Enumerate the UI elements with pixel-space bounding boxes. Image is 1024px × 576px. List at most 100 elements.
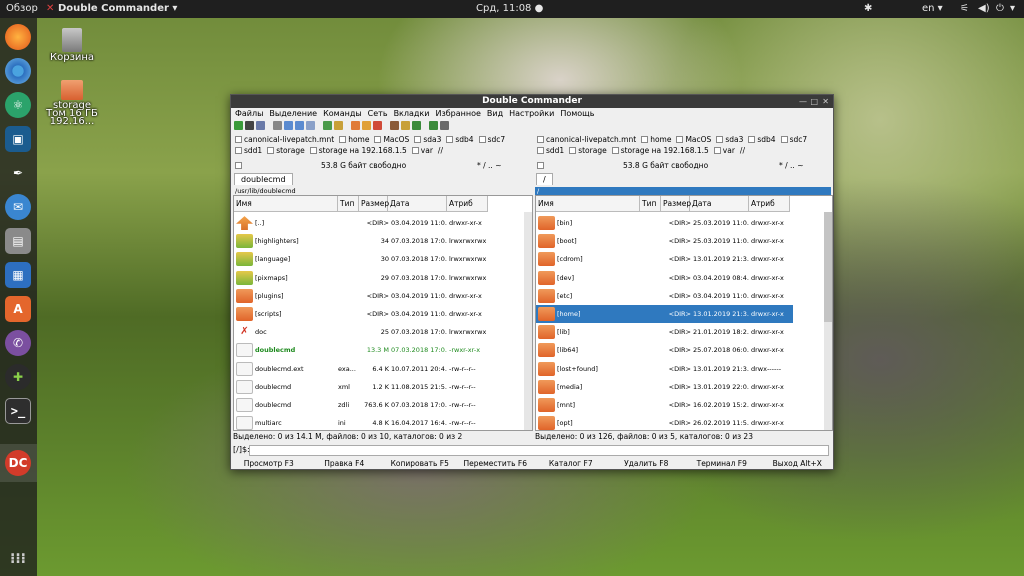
activities-button[interactable]: Обзор bbox=[6, 3, 38, 14]
table-row[interactable]: doublecmd 13.3 M 07.03.2018 17:0... -rwx… bbox=[234, 341, 491, 359]
table-row[interactable]: [opt] <DIR> 26.02.2019 11:5... drwxr-xr-… bbox=[536, 414, 793, 430]
right-scrollbar[interactable] bbox=[824, 212, 832, 430]
mkdir-f7-button[interactable]: Каталог F7 bbox=[533, 458, 609, 470]
table-row[interactable]: [plugins] <DIR> 03.04.2019 11:0... drwxr… bbox=[234, 287, 491, 305]
window-titlebar[interactable]: Double Commander — □ ✕ bbox=[231, 95, 833, 108]
col-name[interactable]: Имя bbox=[536, 196, 640, 212]
col-type[interactable]: Тип bbox=[640, 196, 661, 212]
table-row[interactable]: [etc] <DIR> 03.04.2019 11:0... drwxr-xr-… bbox=[536, 287, 793, 305]
table-row[interactable]: doublecmd zdli 763.6 K 07.03.2018 17:0..… bbox=[234, 396, 491, 414]
menu-network[interactable]: Сеть bbox=[368, 108, 388, 119]
right-drive-button[interactable]: sdd1 bbox=[537, 145, 564, 156]
copy-names-icon[interactable] bbox=[412, 121, 421, 130]
desktop-storage[interactable]: storage Том 16 ГБ 192.16... bbox=[46, 80, 98, 127]
col-name[interactable]: Имя bbox=[234, 196, 338, 212]
right-drive-button[interactable]: sdb4 bbox=[748, 134, 776, 145]
brief-view-icon[interactable] bbox=[273, 121, 282, 130]
table-row[interactable]: [lost+found] <DIR> 13.01.2019 21:3... dr… bbox=[536, 360, 793, 378]
command-input[interactable] bbox=[249, 445, 829, 456]
left-file-panel[interactable]: Имя Тип Размер Дата Атриб [..] <DIR> 03.… bbox=[233, 195, 533, 431]
copy-f5-button[interactable]: Копировать F5 bbox=[382, 458, 458, 470]
table-row[interactable]: ✗ doc 25 07.03.2018 17:0... lrwxrwxrwx bbox=[234, 323, 491, 341]
table-row[interactable]: [..] <DIR> 03.04.2019 11:0... drwxr-xr-x bbox=[234, 214, 491, 232]
app-menu[interactable]: Double Commander ▾ bbox=[58, 3, 177, 14]
table-row[interactable]: [boot] <DIR> 25.03.2019 11:0... drwxr-xr… bbox=[536, 232, 793, 250]
volume-icon[interactable]: ◀) bbox=[978, 3, 990, 14]
chevron-down-icon[interactable]: ▾ bbox=[1010, 3, 1015, 14]
mail-icon[interactable]: ✉ bbox=[5, 194, 31, 220]
edit-f4-button[interactable]: Правка F4 bbox=[307, 458, 383, 470]
left-drive-button[interactable]: var bbox=[411, 145, 433, 156]
left-path[interactable]: /usr/lib/doublecmd bbox=[233, 187, 529, 195]
right-drive-button[interactable]: // bbox=[740, 145, 745, 156]
left-drive-button[interactable]: storage на 192.168.1.5 bbox=[309, 145, 407, 156]
table-row[interactable]: [highlighters] 34 07.03.2018 17:0... lrw… bbox=[234, 232, 491, 250]
multi-rename-icon[interactable] bbox=[390, 121, 399, 130]
move-f6-button[interactable]: Переместить F6 bbox=[458, 458, 534, 470]
gimp-icon[interactable]: ✚ bbox=[5, 364, 31, 390]
show-apps-icon[interactable]: ⁝⁝⁝ bbox=[5, 546, 31, 572]
right-drive-button[interactable]: MacOS bbox=[676, 134, 711, 145]
viber-icon[interactable]: ✆ bbox=[5, 330, 31, 356]
menu-selection[interactable]: Выделение bbox=[269, 108, 317, 119]
menu-view[interactable]: Вид bbox=[487, 108, 503, 119]
col-attr[interactable]: Атриб bbox=[749, 196, 790, 212]
double-commander-icon[interactable]: DC bbox=[5, 450, 31, 476]
left-drive-button[interactable]: // bbox=[438, 145, 443, 156]
col-attr[interactable]: Атриб bbox=[447, 196, 488, 212]
refresh-icon[interactable] bbox=[234, 121, 243, 130]
desktop-trash[interactable]: Корзина bbox=[50, 28, 94, 63]
menu-favorites[interactable]: Избранное bbox=[435, 108, 480, 119]
virtualbox-icon[interactable]: ▣ bbox=[5, 126, 31, 152]
right-drive-button[interactable]: sda3 bbox=[716, 134, 743, 145]
power-icon[interactable]: ⏻ bbox=[996, 3, 1004, 14]
terminal-f9-button[interactable]: Терминал F9 bbox=[684, 458, 760, 470]
columns-view-icon[interactable] bbox=[295, 121, 304, 130]
maximize-icon[interactable]: □ bbox=[810, 95, 818, 108]
left-drive-button[interactable]: canonical-livepatch.mnt bbox=[235, 134, 334, 145]
right-drive-button[interactable]: sdc7 bbox=[780, 134, 807, 145]
table-row[interactable]: [bin] <DIR> 25.03.2019 11:0... drwxr-xr-… bbox=[536, 214, 793, 232]
right-drive-button[interactable]: canonical-livepatch.mnt bbox=[537, 134, 636, 145]
inkscape-icon[interactable]: ✒ bbox=[5, 160, 31, 186]
table-row[interactable]: [pixmaps] 29 07.03.2018 17:0... lrwxrwxr… bbox=[234, 269, 491, 287]
table-row[interactable]: multiarc ini 4.8 K 16.04.2017 16:4... -r… bbox=[234, 414, 491, 430]
left-drive-button[interactable]: sdd1 bbox=[235, 145, 262, 156]
right-path[interactable]: / bbox=[535, 187, 831, 195]
left-drive-button[interactable]: storage bbox=[267, 145, 305, 156]
left-drive-button[interactable]: MacOS bbox=[374, 134, 409, 145]
right-nav-buttons[interactable]: * / .. ~ bbox=[779, 160, 803, 171]
menu-commands[interactable]: Команды bbox=[323, 108, 362, 119]
accessibility-icon[interactable]: ✱ bbox=[864, 3, 872, 14]
minimize-icon[interactable]: — bbox=[799, 95, 807, 108]
clock[interactable]: Срд, 11:08 ● bbox=[476, 3, 543, 14]
menu-files[interactable]: Файлы bbox=[235, 108, 263, 119]
writer-icon[interactable]: ▦ bbox=[5, 262, 31, 288]
col-date[interactable]: Дата bbox=[690, 196, 749, 212]
right-drive-button[interactable]: var bbox=[713, 145, 735, 156]
left-scrollbar[interactable] bbox=[524, 212, 532, 430]
edit-icon[interactable] bbox=[429, 121, 438, 130]
table-row[interactable]: [cdrom] <DIR> 13.01.2019 21:3... drwxr-x… bbox=[536, 250, 793, 268]
table-row[interactable]: [scripts] <DIR> 03.04.2019 11:0... drwxr… bbox=[234, 305, 491, 323]
network-icon[interactable]: ⚟ bbox=[960, 3, 969, 14]
right-drive-button[interactable]: home bbox=[641, 134, 671, 145]
table-row[interactable]: [dev] <DIR> 03.04.2019 08:4... drwxr-xr-… bbox=[536, 269, 793, 287]
left-drive-button[interactable]: sdb4 bbox=[446, 134, 474, 145]
delete-f8-button[interactable]: Удалить F8 bbox=[609, 458, 685, 470]
left-nav-buttons[interactable]: * / .. ~ bbox=[477, 160, 501, 171]
menu-settings[interactable]: Настройки bbox=[509, 108, 554, 119]
thumbnails-view-icon[interactable] bbox=[306, 121, 315, 130]
options-icon[interactable] bbox=[440, 121, 449, 130]
files-icon[interactable]: ▤ bbox=[5, 228, 31, 254]
table-row[interactable]: doublecmd.ext exa... 6.4 K 10.07.2011 20… bbox=[234, 360, 491, 378]
search-icon[interactable] bbox=[256, 121, 265, 130]
unpack-icon[interactable] bbox=[362, 121, 371, 130]
col-date[interactable]: Дата bbox=[388, 196, 447, 212]
menu-tabs[interactable]: Вкладки bbox=[394, 108, 430, 119]
left-drive-button[interactable]: home bbox=[339, 134, 369, 145]
menu-help[interactable]: Помощь bbox=[560, 108, 594, 119]
right-drive-button[interactable]: storage bbox=[569, 145, 607, 156]
right-file-panel[interactable]: Имя Тип Размер Дата Атриб [bin] <DIR> 25… bbox=[535, 195, 833, 431]
view-f3-button[interactable]: Просмотр F3 bbox=[231, 458, 307, 470]
